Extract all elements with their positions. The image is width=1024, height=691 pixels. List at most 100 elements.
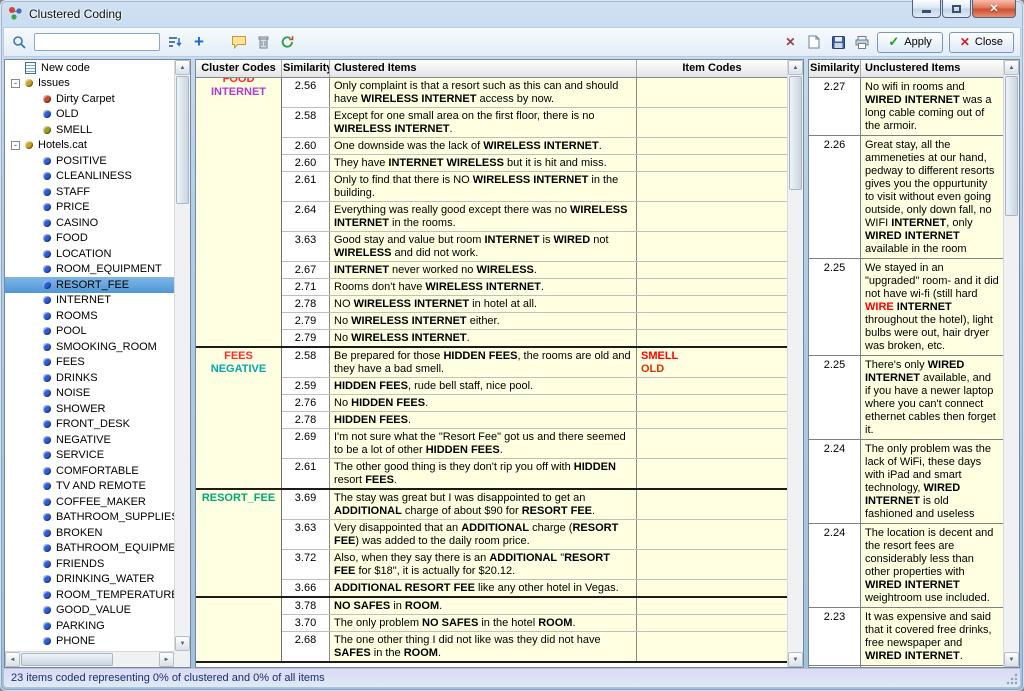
clustered-item-row[interactable]: 2.68The one other thing I did not like w… [282, 632, 787, 661]
tree-item-bathroom-equipment[interactable]: BATHROOM_EQUIPMENT [5, 541, 174, 557]
tree-item-resort-fee[interactable]: RESORT_FEE [5, 277, 174, 293]
tree-item-front-desk[interactable]: FRONT_DESK [5, 417, 174, 433]
tree-item-smooking-room[interactable]: SMOOKING_ROOM [5, 339, 174, 355]
clustered-item-row[interactable]: 2.61The other good thing is they don't r… [282, 459, 787, 488]
clustered-item-row[interactable]: 2.56Only complaint is that a resort such… [282, 78, 787, 108]
clustered-item-row[interactable]: 2.61Only to find that there is NO WIRELE… [282, 172, 787, 202]
delete-icon[interactable] [254, 33, 272, 51]
clustered-item-row[interactable]: 2.67INTERNET never worked no WIRELESS. [282, 262, 787, 279]
scroll-left-button[interactable]: ◄ [5, 652, 20, 667]
tree-item-parking[interactable]: PARKING [5, 618, 174, 634]
tree-item-service[interactable]: SERVICE [5, 448, 174, 464]
scroll-up-button[interactable]: ▲ [1004, 60, 1019, 75]
minimize-button[interactable] [912, 0, 941, 18]
scrollbar-thumb[interactable] [1005, 76, 1018, 216]
tree-item-dirty-carpet[interactable]: Dirty Carpet [5, 91, 174, 107]
clustered-item-row[interactable]: 2.78HIDDEN FEES. [282, 412, 787, 429]
clustered-item-row[interactable]: 3.66ADDITIONAL RESORT FEE like any other… [282, 580, 787, 596]
clustered-item-row[interactable]: 3.72Also, when they say there is an ADDI… [282, 550, 787, 580]
tree-item-drinking-water[interactable]: DRINKING_WATER [5, 572, 174, 588]
main-vertical-scrollbar[interactable]: ▲ ▼ [787, 60, 803, 667]
scrollbar-thumb[interactable] [176, 76, 189, 204]
tree-item-shower[interactable]: SHOWER [5, 401, 174, 417]
tree-item-drinks[interactable]: DRINKS [5, 370, 174, 386]
tree-vertical-scrollbar[interactable]: ▲ ▼ [174, 60, 190, 651]
tree-item-issues[interactable]: -Issues [5, 76, 174, 92]
tree-item-casino[interactable]: CASINO [5, 215, 174, 231]
scrollbar-thumb[interactable] [21, 653, 113, 666]
unclustered-item-row[interactable]: 2.27No wifi in rooms and WIRED INTERNET … [809, 78, 1003, 136]
tree-item-comfortable[interactable]: COMFORTABLE [5, 463, 174, 479]
tree-item-bathroom-supplies[interactable]: BATHROOM_SUPPLIES [5, 510, 174, 526]
search-input[interactable] [34, 33, 160, 51]
comment-icon[interactable] [230, 33, 248, 51]
clustered-item-row[interactable]: 3.69The stay was great but I was disappo… [282, 490, 787, 520]
tree-item-good-value[interactable]: GOOD_VALUE [5, 603, 174, 619]
tree-item-old[interactable]: OLD [5, 107, 174, 123]
tree-item-phone[interactable]: PHONE [5, 634, 174, 650]
clear-icon[interactable]: ✕ [781, 33, 799, 51]
tree-item-smell[interactable]: SMELL [5, 122, 174, 138]
save-icon[interactable] [829, 33, 847, 51]
tree-expander-icon[interactable]: - [11, 79, 20, 88]
tree-item-broken[interactable]: BROKEN [5, 525, 174, 541]
tree-item-food[interactable]: FOOD [5, 231, 174, 247]
close-window-button[interactable]: ✕ [972, 0, 1016, 18]
tree-item-room-temperature[interactable]: ROOM_TEMPERATURE [5, 587, 174, 603]
unclustered-item-row[interactable]: 2.26Great stay, all the ammeneties at ou… [809, 136, 1003, 259]
maximize-button[interactable] [942, 0, 971, 18]
unclustered-item-row[interactable]: 2.24The location is decent and the resor… [809, 524, 1003, 608]
unclustered-item-row[interactable]: 2.22ONLY COMPLAINT WOULD BE THE RESORT F… [809, 666, 1003, 667]
tree-item-noise[interactable]: NOISE [5, 386, 174, 402]
resize-grip[interactable] [1006, 673, 1018, 685]
clustered-item-row[interactable]: 3.70The only problem NO SAFES in the hot… [282, 615, 787, 632]
apply-button[interactable]: ✓ Apply [877, 32, 942, 53]
scrollbar-thumb[interactable] [789, 76, 802, 190]
tree-item-cleanliness[interactable]: CLEANLINESS [5, 169, 174, 185]
export-document-icon[interactable] [805, 33, 823, 51]
tree-item-staff[interactable]: STAFF [5, 184, 174, 200]
tree-item-hotels-cat[interactable]: -Hotels.cat [5, 138, 174, 154]
clustered-item-row[interactable]: 3.78NO SAFES in ROOM. [282, 598, 787, 615]
unclustered-item-row[interactable]: 2.25There's only WIRED INTERNET availabl… [809, 356, 1003, 440]
tree-item-price[interactable]: PRICE [5, 200, 174, 216]
clustered-item-row[interactable]: 2.78NO WIRELESS INTERNET in hotel at all… [282, 296, 787, 313]
unclustered-item-row[interactable]: 2.24The only problem was the lack of WiF… [809, 440, 1003, 524]
tree-expander-icon[interactable]: - [11, 141, 20, 150]
tree-item-positive[interactable]: POSITIVE [5, 153, 174, 169]
clustered-item-row[interactable]: 2.79No WIRELESS INTERNET. [282, 330, 787, 346]
clustered-item-row[interactable]: 2.60They have INTERNET WIRELESS but it i… [282, 155, 787, 172]
clustered-item-row[interactable]: 2.64Everything was really good except th… [282, 202, 787, 232]
sort-codes-icon[interactable] [166, 33, 184, 51]
scroll-up-button[interactable]: ▲ [788, 60, 803, 75]
clustered-item-row[interactable]: 2.58Except for one small area on the fir… [282, 108, 787, 138]
clustered-item-row[interactable]: 2.71Rooms don't have WIRELESS INTERNET. [282, 279, 787, 296]
scroll-up-button[interactable]: ▲ [175, 60, 190, 75]
tree-horizontal-scrollbar[interactable]: ◄ ► [5, 651, 174, 667]
add-code-icon[interactable]: + [190, 33, 208, 51]
tree-item-coffee-maker[interactable]: COFFEE_MAKER [5, 494, 174, 510]
scroll-down-button[interactable]: ▼ [1004, 652, 1019, 667]
clustered-item-row[interactable]: 3.63Very disappointed that an ADDITIONAL… [282, 520, 787, 550]
clustered-item-row[interactable]: 3.63Good stay and value but room INTERNE… [282, 232, 787, 262]
tree-item-internet[interactable]: INTERNET [5, 293, 174, 309]
tree-item-friends[interactable]: FRIENDS [5, 556, 174, 572]
tree-item-negative[interactable]: NEGATIVE [5, 432, 174, 448]
clustered-item-row[interactable]: 2.76No HIDDEN FEES. [282, 395, 787, 412]
scroll-down-button[interactable]: ▼ [788, 652, 803, 667]
clustered-item-row[interactable]: 2.60One downside was the lack of WIRELES… [282, 138, 787, 155]
unclustered-vertical-scrollbar[interactable]: ▲ ▼ [1003, 60, 1019, 667]
print-icon[interactable] [853, 33, 871, 51]
clustered-item-row[interactable]: 2.58Be prepared for those HIDDEN FEES, t… [282, 348, 787, 378]
tree-item-room-equipment[interactable]: ROOM_EQUIPMENT [5, 262, 174, 278]
tree-item-pool[interactable]: POOL [5, 324, 174, 340]
clustered-item-row[interactable]: 2.69I'm not sure what the "Resort Fee" g… [282, 429, 787, 459]
tree-item-new-code[interactable]: New code [5, 60, 174, 76]
clustered-item-row[interactable]: 2.59HIDDEN FEES, rude bell staff, nice p… [282, 378, 787, 395]
close-button[interactable]: ✕ Close [949, 32, 1014, 53]
scroll-down-button[interactable]: ▼ [175, 636, 190, 651]
tree-item-location[interactable]: LOCATION [5, 246, 174, 262]
tree-item-rooms[interactable]: ROOMS [5, 308, 174, 324]
tree-item-fees[interactable]: FEES [5, 355, 174, 371]
unclustered-item-row[interactable]: 2.23It was expensive and said that it co… [809, 608, 1003, 666]
